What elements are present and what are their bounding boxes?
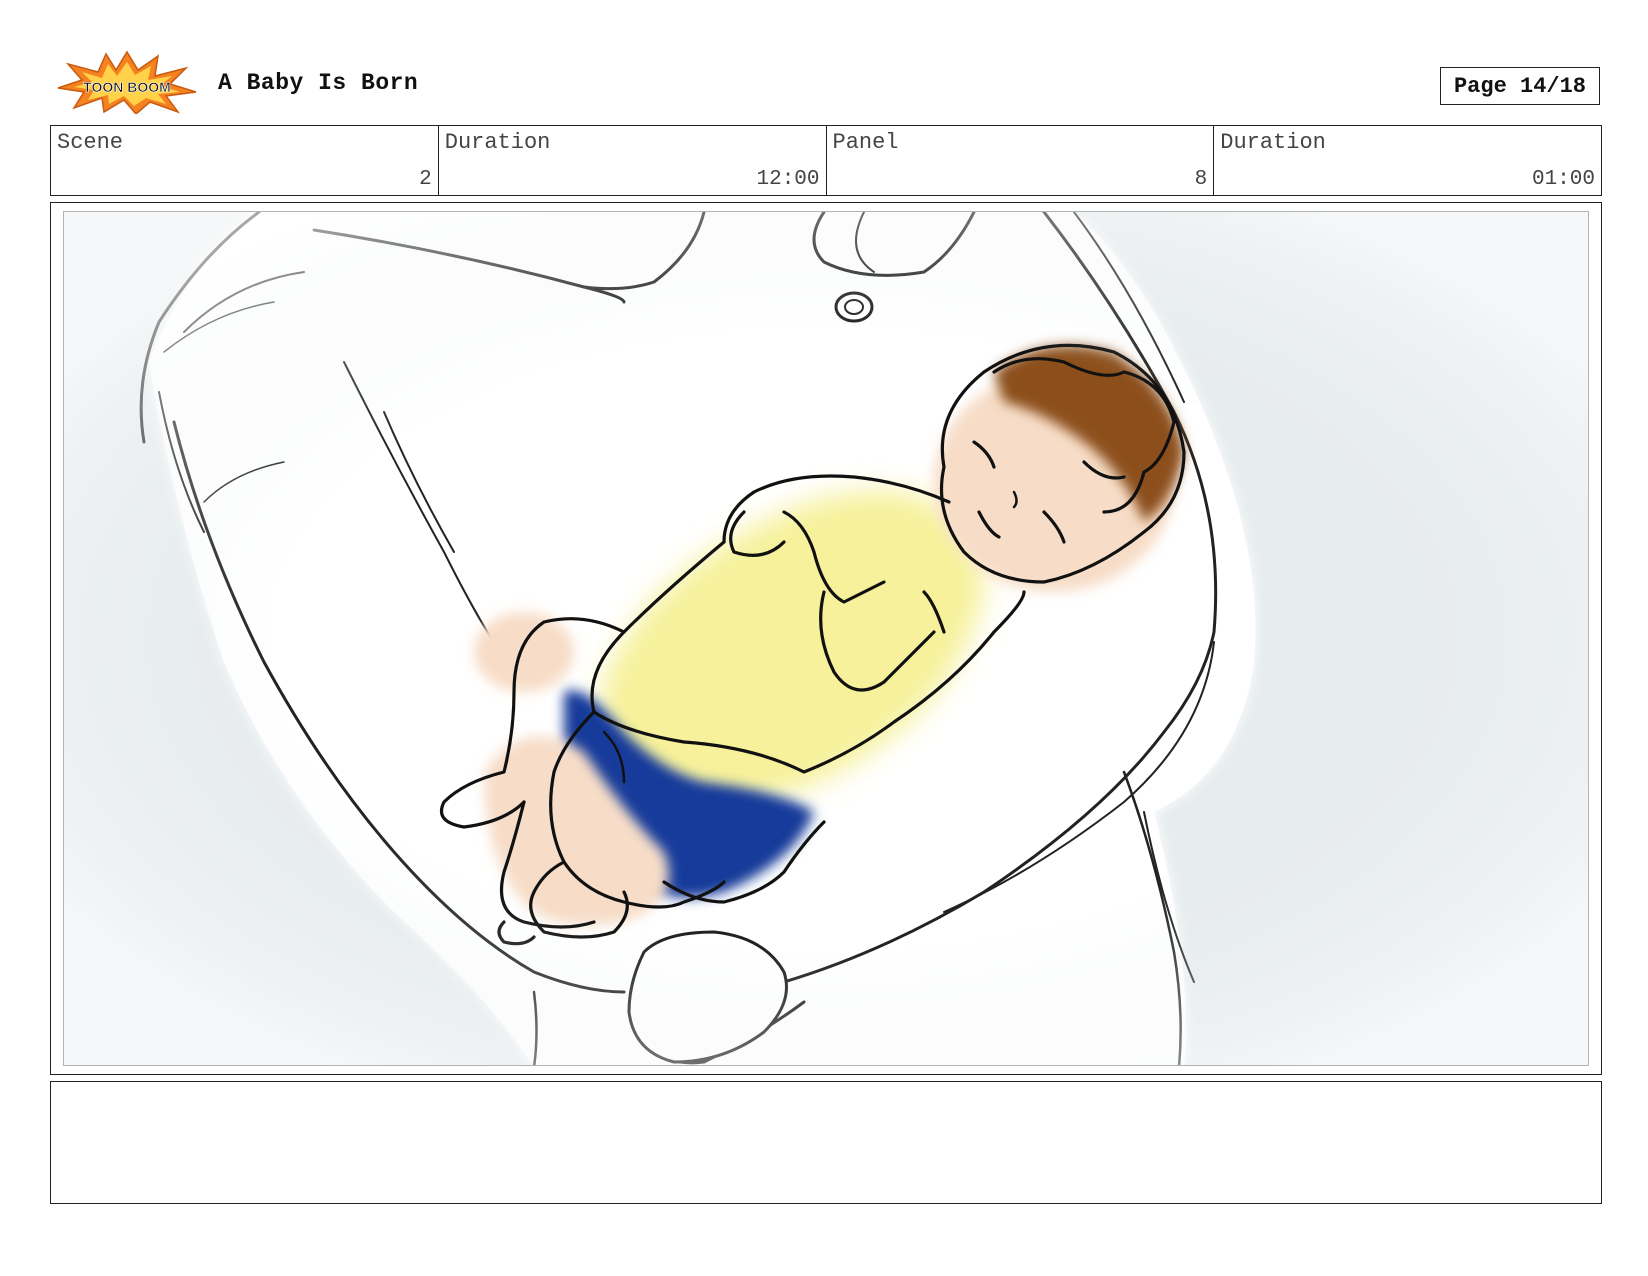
panel-label: Panel [832,130,899,155]
panel-cell: Panel 8 [827,126,1215,195]
scene-cell: Scene 2 [51,126,439,195]
scene-duration-label: Duration [444,130,551,155]
panel-duration-cell: Duration 01:00 [1214,126,1601,195]
baby-in-arms-drawing [64,212,1588,1065]
scene-info-row: Scene 2 Duration 12:00 Panel 8 Duration … [50,125,1602,196]
scene-duration-value: 12:00 [756,168,820,191]
scene-duration-cell: Duration 12:00 [439,126,827,195]
storyboard-panel-frame [50,202,1602,1075]
toon-boom-logo: TOON BOOM [54,50,200,116]
panel-duration-value: 01:00 [1531,168,1595,191]
scene-value: 2 [419,168,432,191]
panel-value: 8 [1194,168,1208,191]
panel-notes-box[interactable] [50,1081,1602,1204]
page-number: Page 14/18 [1440,67,1600,105]
scene-label: Scene [57,130,124,155]
panel-duration-label: Duration [1220,130,1326,155]
storyboard-drawing-area [63,211,1589,1066]
logo-burst-icon: TOON BOOM [57,50,197,116]
page-title: A Baby Is Born [218,70,419,96]
logo-text: TOON BOOM [83,79,171,95]
